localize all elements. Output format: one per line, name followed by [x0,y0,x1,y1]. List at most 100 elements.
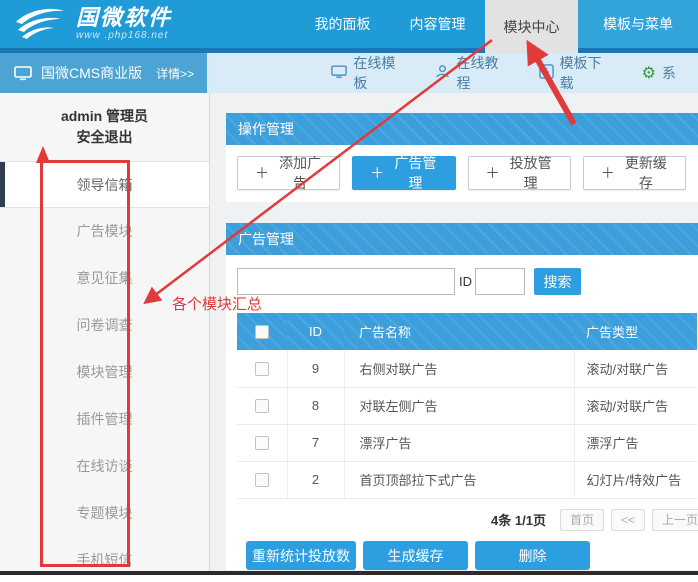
pager-button-3[interactable]: 上一页 [652,509,698,531]
ops-button-2[interactable]: ＋广告管理 [352,156,455,190]
action-button-2[interactable]: 生成缓存 [363,541,468,570]
plus-icon: ＋ [255,163,269,183]
row-name-cell: 对联左侧广告 [344,387,574,424]
logged-in-user: admin 管理员 [0,106,209,127]
system-menu[interactable]: ⚙ 系 [642,63,698,83]
product-name: 国微CMS商业版 [41,63,142,83]
detail-link[interactable]: 详情>> [156,65,194,82]
operations-buttons: ＋ 添加广告 ＋广告管理 ＋投放管理 ＋ 更新缓存 [226,145,698,202]
search-button[interactable]: 搜索 [534,268,581,295]
product-badge[interactable]: 国微CMS商业版 详情>> [0,53,207,93]
gear-icon: ⚙ [642,63,656,83]
table-row[interactable]: 8对联左侧广告滚动/对联广告 [237,387,697,424]
monitor-icon [14,66,32,81]
table-row[interactable]: 9右侧对联广告滚动/对联广告 [237,350,697,387]
operations-panel-title: 操作管理 [226,113,698,145]
ops-button-label: 添加广告 [278,153,322,193]
nav-item-1[interactable]: 我的面板 [295,0,390,48]
toolbar-link-1[interactable]: 在线模板 [331,53,407,93]
row-checkbox[interactable] [255,473,269,487]
bulk-actions: 重新统计投放数生成缓存删除 [226,531,698,570]
sidebar-item-label: 专题模块 [77,505,133,521]
monitor-icon [331,65,353,82]
table-header-row: ID 广告名称 广告类型 [237,313,697,350]
brand-logo[interactable]: 国微软件 www .php168.net [0,0,238,48]
col-header-id: ID [287,313,344,350]
sidebar-item-6[interactable]: 插件管理 [0,396,209,443]
nav-item-3[interactable]: 模块中心 [485,0,578,53]
logo-url: www .php168.net [76,31,172,42]
sidebar-item-label: 在线访谈 [77,458,133,474]
sidebar-item-label: 意见征集 [77,270,133,286]
select-all-checkbox[interactable] [255,325,269,339]
secondary-toolbar: 国微CMS商业版 详情>> 在线模板在线教程 模板下载 ⚙ 系 [0,53,698,93]
ops-button-3[interactable]: ＋投放管理 [468,156,571,190]
sidebar-item-label: 插件管理 [77,411,133,427]
col-header-type: 广告类型 [574,313,697,350]
row-checkbox[interactable] [255,362,269,376]
sidebar-item-7[interactable]: 在线访谈 [0,443,209,490]
ops-button-label: 更新缓存 [624,153,668,193]
toolbar-links: 在线模板在线教程 模板下载 [331,53,641,93]
row-type-cell: 漂浮广告 [574,424,697,461]
toolbar-link-2[interactable]: 在线教程 [435,53,510,93]
sidebar-item-label: 广告模块 [77,223,133,239]
ad-management-panel: 广告管理 ID 搜索 ID 广告名称 广告类型 [226,223,698,570]
row-checkbox[interactable] [255,436,269,450]
action-button-1[interactable]: 重新统计投放数 [246,541,356,570]
sidebar-item-3[interactable]: 意见征集 [0,255,209,302]
table-row[interactable]: 7漂浮广告漂浮广告 [237,424,697,461]
window-bottom-edge [0,571,698,575]
active-item-marker [0,162,5,207]
logout-link[interactable]: 安全退出 [0,127,209,148]
search-row: ID 搜索 [226,255,698,303]
ad-panel-title: 广告管理 [226,223,698,255]
operations-panel: 操作管理 ＋ 添加广告 ＋广告管理 ＋投放管理 ＋ 更新缓存 [226,113,698,202]
toolbar-link-label: 模板下载 [560,53,614,93]
row-type-cell: 滚动/对联广告 [574,350,697,387]
nav-item-2[interactable]: 内容管理 [390,0,485,48]
top-header: 国微软件 www .php168.net 我的面板内容管理模块中心模板与菜单 [0,0,698,48]
row-type-cell: 幻灯片/特效广告 [574,461,697,498]
main-nav: 我的面板内容管理模块中心模板与菜单 [295,0,698,48]
sidebar-item-label: 领导信箱 [77,177,133,193]
row-type-cell: 滚动/对联广告 [574,387,697,424]
plus-icon: ＋ [601,163,615,183]
id-input[interactable] [475,268,525,295]
toolbar-link-label: 在线模板 [353,53,407,93]
row-id-cell: 7 [287,424,344,461]
pager-button-2[interactable]: << [611,509,645,531]
ads-table: ID 广告名称 广告类型 9右侧对联广告滚动/对联广告8对联左侧广告滚动/对联广… [237,313,697,499]
table-row[interactable]: 2首页顶部拉下式广告幻灯片/特效广告 [237,461,697,498]
sidebar-item-label: 手机短信 [77,552,133,568]
toolbar-link-3[interactable]: 模板下载 [539,53,614,93]
pagination: 4条 1/1页 首页 << 上一页 [226,499,698,532]
sidebar-item-8[interactable]: 专题模块 [0,490,209,537]
row-checkbox-cell [237,461,287,498]
row-id-cell: 2 [287,461,344,498]
nav-item-4[interactable]: 模板与菜单 [578,0,698,48]
row-checkbox-cell [237,350,287,387]
row-name-cell: 漂浮广告 [344,424,574,461]
wave-logo-icon [14,6,66,42]
row-name-cell: 首页顶部拉下式广告 [344,461,574,498]
id-label: ID [459,274,472,289]
row-id-cell: 8 [287,387,344,424]
action-button-3[interactable]: 删除 [475,541,590,570]
sidebar-menu: 领导信箱广告模块意见征集问卷调查模块管理插件管理在线访谈专题模块手机短信 [0,161,209,571]
sidebar-item-5[interactable]: 模块管理 [0,349,209,396]
row-checkbox[interactable] [255,399,269,413]
pagination-summary: 4条 1/1页 [491,510,546,529]
sidebar-item-9[interactable]: 手机短信 [0,537,209,571]
ops-button-1[interactable]: ＋ 添加广告 [237,156,340,190]
sidebar-item-1[interactable]: 领导信箱 [0,161,209,208]
sidebar-item-2[interactable]: 广告模块 [0,208,209,255]
col-header-name: 广告名称 [344,313,574,350]
ops-button-4[interactable]: ＋ 更新缓存 [583,156,686,190]
sidebar-item-4[interactable]: 问卷调查 [0,302,209,349]
sidebar-item-label: 问卷调查 [77,317,133,333]
main-content: 操作管理 ＋ 添加广告 ＋广告管理 ＋投放管理 ＋ 更新缓存 广告管理 ID 搜索 ID [210,93,698,571]
keyword-input[interactable] [237,268,455,295]
header-divider [0,48,698,53]
pager-button-1[interactable]: 首页 [560,509,604,531]
